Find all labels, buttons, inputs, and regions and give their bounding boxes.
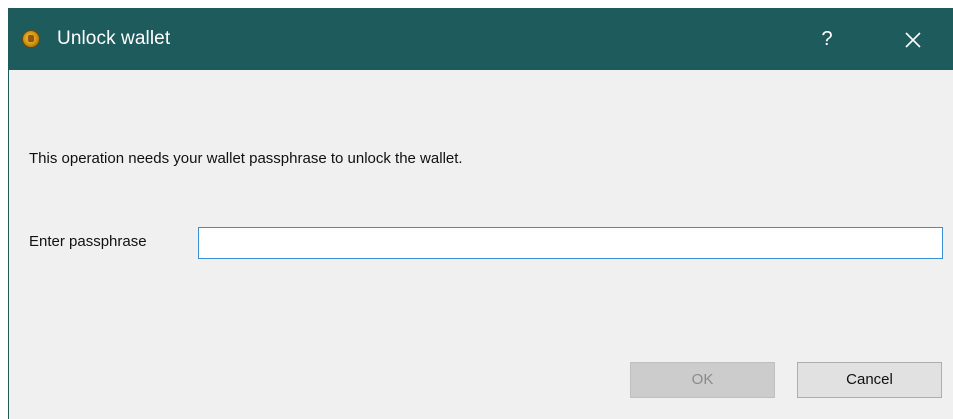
cancel-button[interactable]: Cancel xyxy=(797,362,942,398)
coin-logo-icon xyxy=(23,31,39,47)
ok-button[interactable]: OK xyxy=(630,362,775,398)
passphrase-label: Enter passphrase xyxy=(29,233,147,250)
title-bar: Unlock wallet ? xyxy=(9,8,953,70)
close-icon xyxy=(905,32,921,48)
help-button[interactable]: ? xyxy=(809,25,845,55)
unlock-message: This operation needs your wallet passphr… xyxy=(29,150,463,167)
unlock-wallet-dialog: Unlock wallet ? This operation needs you… xyxy=(8,8,953,419)
passphrase-input[interactable] xyxy=(198,227,943,259)
close-button[interactable] xyxy=(889,22,935,56)
window-title: Unlock wallet xyxy=(57,28,171,49)
